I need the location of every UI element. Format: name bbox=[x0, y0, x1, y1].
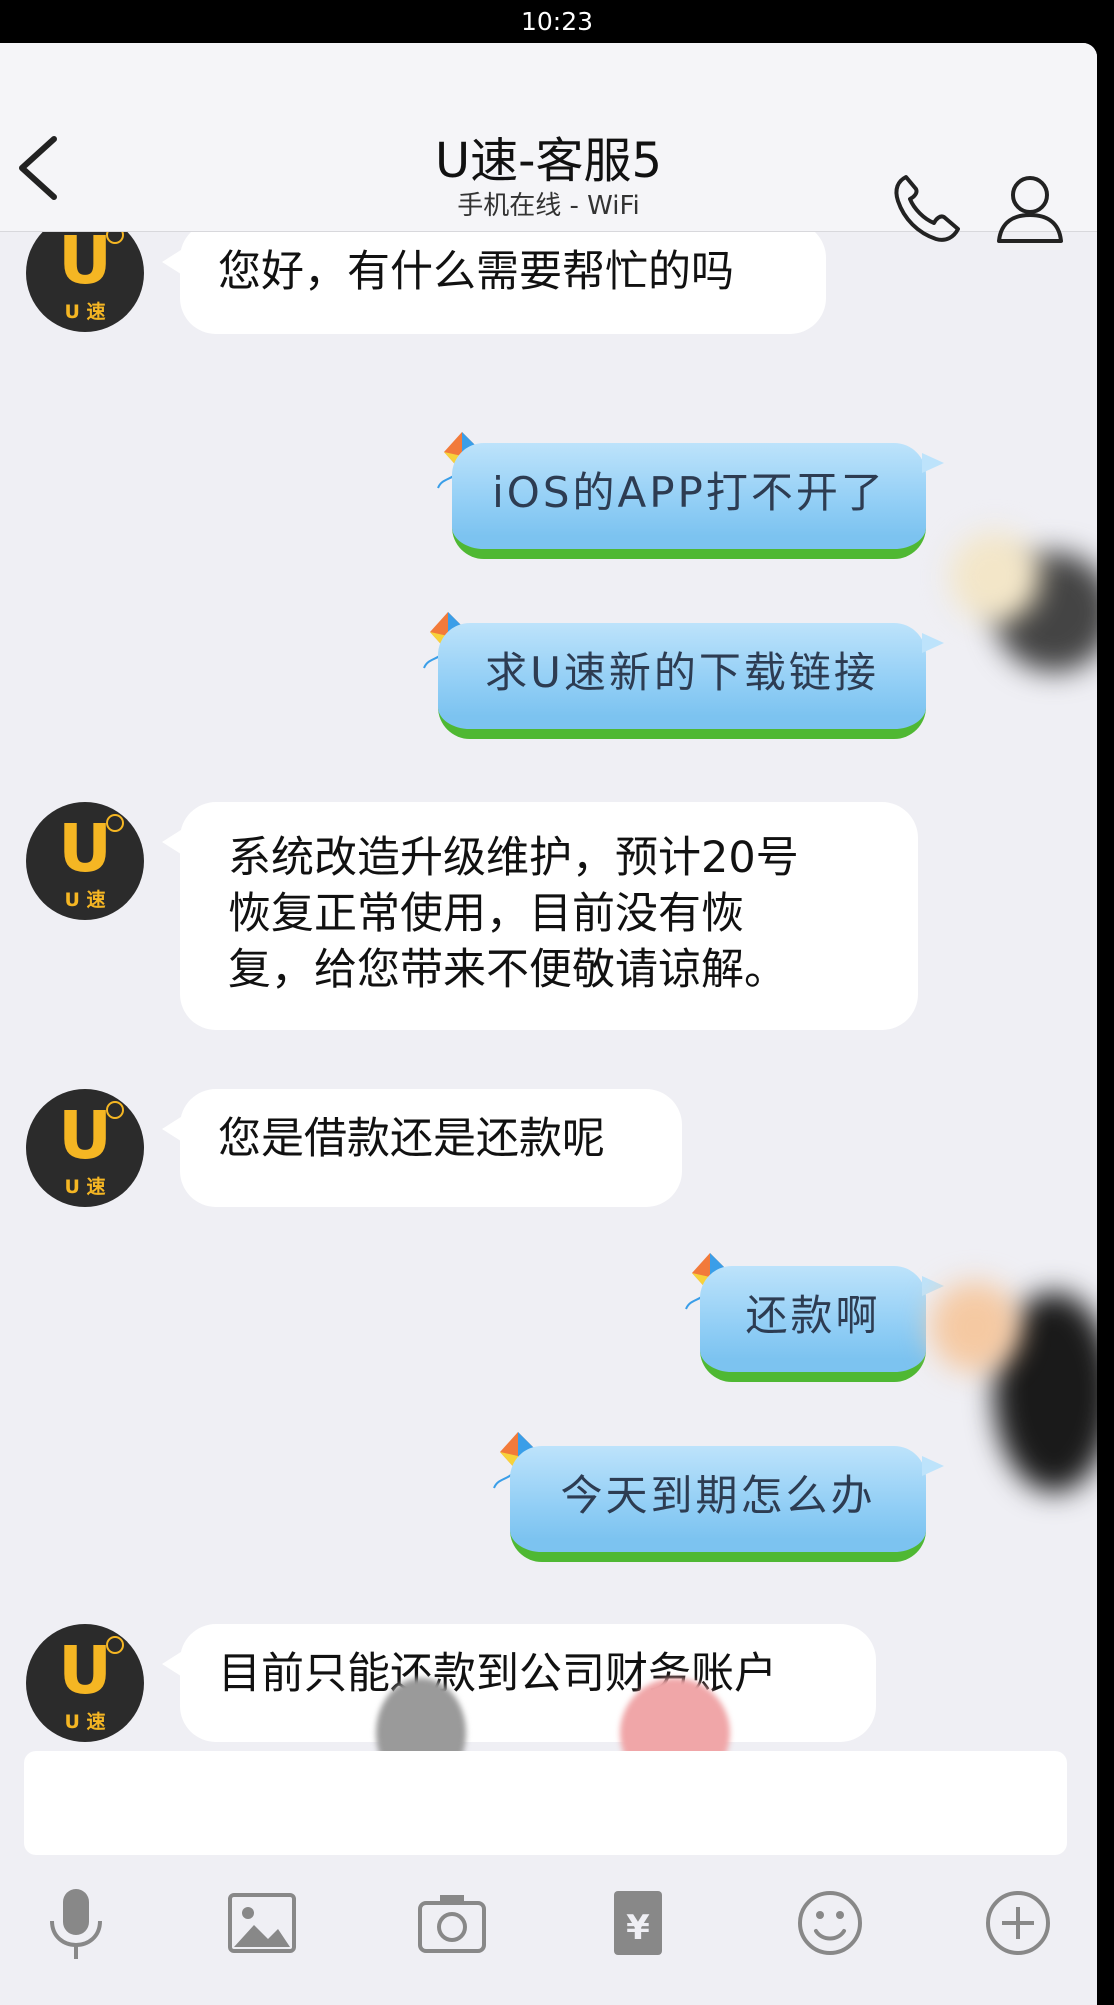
camera-icon[interactable] bbox=[412, 1883, 492, 1963]
input-toolbar: ¥ bbox=[0, 1883, 1097, 1973]
red-envelope-icon[interactable]: ¥ bbox=[598, 1883, 678, 1963]
message-bubble-outgoing[interactable]: 求U速新的下载链接 bbox=[438, 623, 944, 739]
emoji-icon[interactable] bbox=[790, 1883, 870, 1963]
avatar-label: U 速 bbox=[64, 301, 106, 323]
avatar-label: U 速 bbox=[64, 1176, 106, 1198]
message-bubble-incoming[interactable]: 您是借款还是还款呢 bbox=[162, 1089, 682, 1207]
message-text-line: 恢复正常使用，目前没有恢 bbox=[228, 889, 744, 939]
message-bubble-outgoing[interactable]: iOS的APP打不开了 bbox=[452, 443, 944, 559]
svg-text:¥: ¥ bbox=[626, 1908, 650, 1948]
blurred-sticker bbox=[930, 1282, 1020, 1372]
avatar-logo-dot bbox=[106, 814, 124, 832]
service-avatar[interactable]: U U 速 bbox=[26, 802, 144, 920]
avatar-label: U 速 bbox=[64, 889, 106, 911]
service-avatar[interactable]: U U 速 bbox=[26, 232, 144, 332]
message-bubble-incoming[interactable]: 目前只能还款到公司财务账户 bbox=[162, 1624, 876, 1742]
message-text-line: 系统改造升级维护，预计20号 bbox=[228, 833, 799, 883]
avatar-logo: U bbox=[58, 1097, 112, 1174]
avatar-logo: U bbox=[58, 810, 112, 887]
message-text-line: 复，给您带来不便敬请谅解。 bbox=[228, 945, 787, 995]
message-text: 今天到期怎么办 bbox=[560, 1471, 876, 1520]
avatar-logo-dot bbox=[106, 1101, 124, 1119]
service-avatar[interactable]: U U 速 bbox=[26, 1089, 144, 1207]
nav-bar: U速-客服5 手机在线 - WiFi bbox=[0, 43, 1097, 243]
message-bubble-incoming[interactable]: 您好，有什么需要帮忙的吗 bbox=[162, 232, 826, 334]
message-text: iOS的APP打不开了 bbox=[492, 468, 886, 517]
plus-icon[interactable] bbox=[978, 1883, 1058, 1963]
message-bubble-incoming[interactable]: 系统改造升级维护，预计20号 恢复正常使用，目前没有恢 复，给您带来不便敬请谅解… bbox=[162, 802, 918, 1030]
message-text: 还款啊 bbox=[745, 1291, 881, 1340]
status-time: 10:23 bbox=[520, 7, 594, 36]
image-icon[interactable] bbox=[222, 1883, 302, 1963]
message-bubble-outgoing[interactable]: 还款啊 bbox=[700, 1266, 944, 1382]
message-text: 求U速新的下载链接 bbox=[485, 648, 879, 697]
blurred-sticker bbox=[950, 532, 1040, 622]
avatar-logo: U bbox=[58, 1632, 112, 1709]
service-avatar[interactable]: U U 速 bbox=[26, 1624, 144, 1742]
avatar-label: U 速 bbox=[64, 1711, 106, 1733]
message-input[interactable] bbox=[24, 1751, 1067, 1855]
chat-screen: U速-客服5 手机在线 - WiFi U U 速 您好，有什么需要帮忙的吗 iO… bbox=[0, 43, 1097, 2005]
message-text: 您是借款还是还款呢 bbox=[218, 1114, 605, 1164]
status-bar: 10:23 bbox=[0, 0, 1114, 43]
avatar-logo-dot bbox=[106, 1636, 124, 1654]
message-bubble-outgoing[interactable]: 今天到期怎么办 bbox=[510, 1446, 944, 1562]
message-list[interactable]: U U 速 您好，有什么需要帮忙的吗 iOS的APP打不开了 求U速新的下载链接 bbox=[0, 232, 1097, 1772]
message-text: 您好，有什么需要帮忙的吗 bbox=[218, 247, 734, 297]
avatar-logo: U bbox=[58, 232, 112, 299]
microphone-icon[interactable] bbox=[36, 1883, 116, 1963]
